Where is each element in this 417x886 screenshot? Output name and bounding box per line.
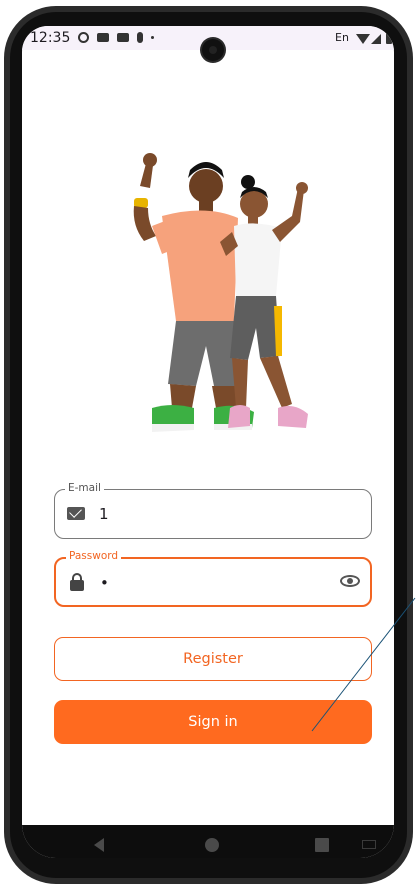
recents-icon[interactable] — [315, 838, 329, 852]
back-icon[interactable] — [94, 838, 104, 852]
person-icon — [137, 32, 143, 43]
keyboard-icon[interactable] — [362, 840, 376, 849]
wifi-icon — [356, 34, 370, 44]
password-field[interactable]: Password • — [54, 550, 372, 607]
volume-button — [409, 170, 413, 216]
status-time: 12:35 — [30, 30, 71, 46]
screen: 12:35 En E-mail 1 Password • Register Si… — [22, 26, 394, 858]
youtube-icon — [117, 33, 129, 42]
battery-icon — [386, 32, 392, 44]
eye-icon[interactable] — [340, 575, 360, 587]
notification-icons — [78, 32, 154, 43]
front-camera — [202, 39, 224, 61]
youtube-icon — [97, 33, 109, 42]
settings-icon — [78, 32, 89, 43]
email-label: E-mail — [65, 482, 104, 494]
sign-in-button[interactable]: Sign in — [54, 700, 372, 744]
register-button[interactable]: Register — [54, 637, 372, 681]
lock-icon — [70, 573, 84, 591]
home-icon[interactable] — [205, 838, 219, 852]
email-field[interactable]: E-mail 1 — [54, 482, 372, 539]
password-value: • — [100, 574, 109, 592]
signal-icon — [371, 34, 381, 44]
navigation-bar — [22, 825, 394, 858]
password-label: Password — [66, 550, 122, 562]
language-indicator: En — [335, 31, 349, 44]
hero-illustration — [133, 153, 308, 432]
dot-icon — [151, 36, 154, 39]
mail-icon — [67, 507, 85, 520]
email-value: 1 — [99, 505, 109, 523]
power-button — [409, 238, 413, 308]
